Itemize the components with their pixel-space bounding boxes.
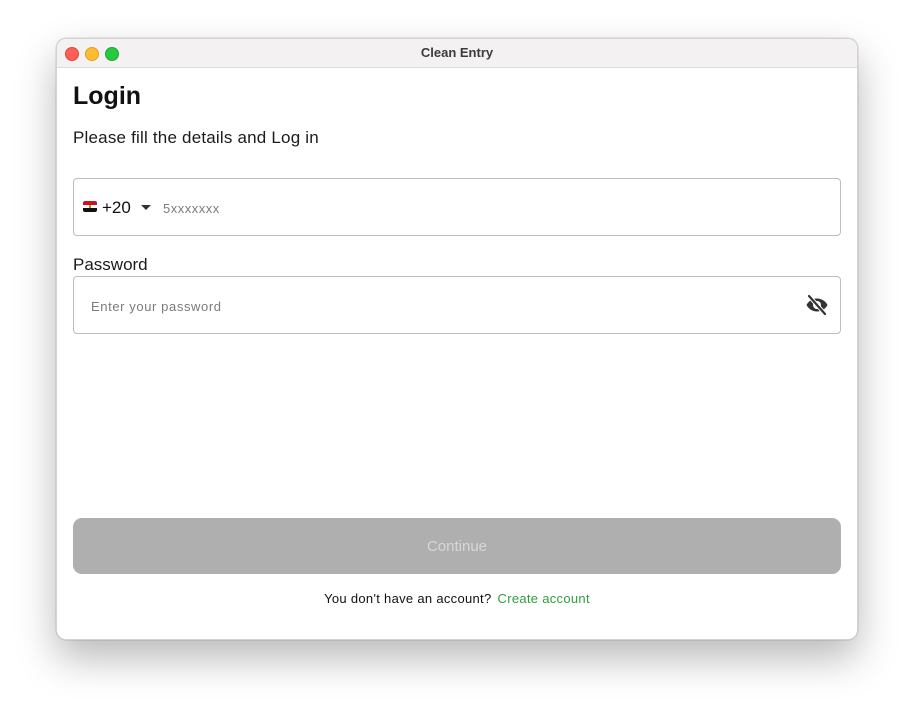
password-input[interactable]	[89, 295, 773, 317]
title-bar: Clean Entry	[57, 39, 857, 68]
page-title: Login	[73, 82, 142, 110]
phone-input[interactable]	[161, 197, 765, 219]
signup-prompt-text: You don't have an account?	[324, 591, 492, 606]
egypt-flag-icon[interactable]	[83, 201, 97, 212]
login-form: Login Please fill the details and Log in…	[73, 68, 841, 638]
app-window: Clean Entry Login Please fill the detail…	[56, 38, 858, 640]
password-label: Password	[73, 255, 148, 274]
signup-prompt: You don't have an account? Create account	[73, 591, 841, 606]
chevron-down-icon[interactable]	[141, 205, 151, 210]
password-field[interactable]	[73, 276, 841, 334]
window-title: Clean Entry	[420, 45, 494, 60]
phone-field[interactable]: +20	[73, 178, 841, 236]
page-subtitle: Please fill the details and Log in	[73, 128, 319, 147]
country-code-selector[interactable]: +20	[102, 198, 131, 218]
create-account-link[interactable]: Create account	[498, 591, 590, 606]
continue-button[interactable]: Continue	[73, 518, 841, 574]
eye-off-icon[interactable]	[805, 293, 829, 317]
